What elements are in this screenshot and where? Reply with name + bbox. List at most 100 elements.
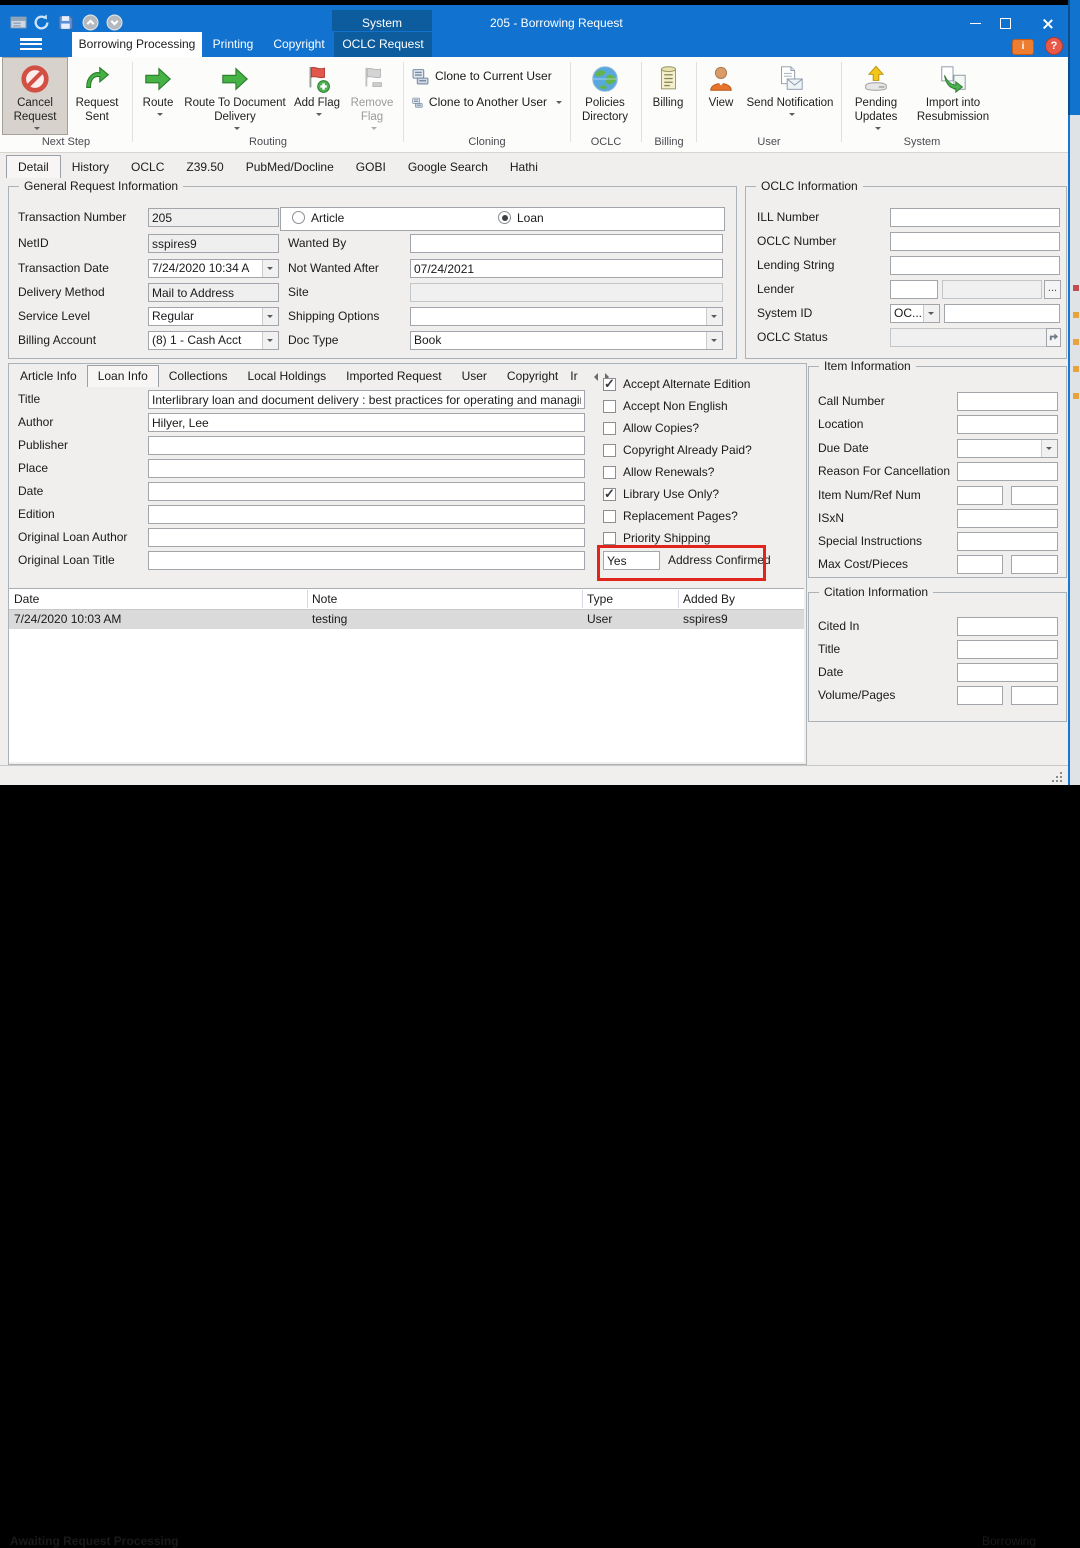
next-request-icon[interactable]	[106, 14, 123, 31]
send-notification-button[interactable]: Send Notification	[743, 57, 837, 135]
column-header-type[interactable]: Type	[587, 589, 613, 609]
checkbox-icon[interactable]	[603, 400, 616, 413]
doc-type-dropdown[interactable]: Book	[410, 331, 723, 350]
tab-oclc[interactable]: OCLC	[120, 156, 175, 178]
location-input[interactable]	[957, 415, 1058, 434]
billing-account-dropdown[interactable]: (8) 1 - Cash Acct	[148, 331, 279, 350]
checkbox-icon[interactable]	[603, 510, 616, 523]
window-menu-icon[interactable]	[10, 14, 27, 31]
cited-in-input[interactable]	[957, 617, 1058, 636]
clone-to-current-user-button[interactable]: Clone to Current User	[406, 63, 568, 89]
column-header-note[interactable]: Note	[312, 589, 337, 609]
clone-to-another-user-button[interactable]: Clone to Another User	[406, 89, 568, 115]
allow-copies-checkbox[interactable]: Allow Copies?	[603, 420, 699, 436]
policies-directory-button[interactable]: Policies Directory	[573, 57, 637, 135]
lender-input[interactable]	[890, 280, 938, 299]
column-header-date[interactable]: Date	[14, 589, 39, 609]
library-use-only-checkbox[interactable]: Library Use Only?	[603, 486, 719, 502]
tab-imported-request[interactable]: Imported Request	[336, 366, 451, 387]
pages-input[interactable]	[1011, 686, 1058, 705]
add-flag-button[interactable]: Add Flag	[289, 57, 345, 135]
loan-radio[interactable]	[498, 211, 511, 224]
chevron-down-icon[interactable]	[262, 260, 278, 277]
chevron-down-icon[interactable]	[262, 308, 278, 325]
lending-string-input[interactable]	[890, 256, 1060, 275]
wanted-by-input[interactable]	[410, 234, 723, 253]
due-date-dropdown[interactable]	[957, 439, 1058, 458]
item-num-input[interactable]	[957, 486, 1003, 505]
previous-request-icon[interactable]	[82, 14, 99, 31]
tab-gobi[interactable]: GOBI	[345, 156, 397, 178]
system-id-dropdown[interactable]: OC...	[890, 304, 940, 323]
pieces-input[interactable]	[1011, 555, 1058, 574]
oclc-number-input[interactable]	[890, 232, 1060, 251]
special-instructions-input[interactable]	[957, 532, 1058, 551]
save-icon[interactable]	[57, 14, 74, 31]
tab-loan-info[interactable]: Loan Info	[87, 365, 159, 387]
tab-oclc-request[interactable]: OCLC Request	[334, 32, 432, 57]
accept-alternate-edition-checkbox[interactable]: Accept Alternate Edition	[603, 376, 750, 392]
note-row-selected[interactable]: 7/24/2020 10:03 AM testing User sspires9	[9, 610, 804, 629]
tab-copyright[interactable]: Copyright	[497, 366, 568, 387]
tab-borrowing-processing[interactable]: Borrowing Processing	[72, 32, 202, 57]
billing-button[interactable]: Billing	[644, 57, 692, 135]
date-input[interactable]	[148, 482, 585, 501]
tab-scroll-left-button[interactable]	[587, 370, 600, 384]
chevron-down-icon[interactable]	[262, 332, 278, 349]
service-level-dropdown[interactable]: Regular	[148, 307, 279, 326]
author-input[interactable]	[148, 413, 585, 432]
transaction-date-dropdown[interactable]: 7/24/2020 10:34 A	[148, 259, 279, 278]
original-loan-title-input[interactable]	[148, 551, 585, 570]
replacement-pages-checkbox[interactable]: Replacement Pages?	[603, 508, 738, 524]
tab-local-holdings[interactable]: Local Holdings	[237, 366, 336, 387]
chevron-down-icon[interactable]	[706, 332, 722, 349]
netid-input[interactable]	[148, 234, 279, 253]
pending-updates-button[interactable]: Pending Updates	[844, 57, 908, 135]
route-button[interactable]: Route	[135, 57, 181, 135]
tab-hathi[interactable]: Hathi	[499, 156, 549, 178]
address-confirmed-input[interactable]	[603, 551, 660, 570]
citation-title-input[interactable]	[957, 640, 1058, 659]
not-wanted-after-input[interactable]	[410, 259, 723, 278]
route-to-document-delivery-button[interactable]: Route To Document Delivery	[181, 57, 289, 135]
tab-collections[interactable]: Collections	[159, 366, 238, 387]
import-into-resubmission-button[interactable]: Import into Resubmission	[908, 57, 998, 135]
tab-user[interactable]: User	[452, 366, 497, 387]
system-id-input[interactable]	[944, 304, 1060, 323]
tab-copyright[interactable]: Copyright	[264, 32, 334, 57]
reason-for-cancellation-input[interactable]	[957, 462, 1058, 481]
tab-google-search[interactable]: Google Search	[397, 156, 499, 178]
checkbox-icon[interactable]	[603, 378, 616, 391]
chevron-down-icon[interactable]	[706, 308, 722, 325]
article-radio[interactable]	[292, 211, 305, 224]
copyright-already-paid-checkbox[interactable]: Copyright Already Paid?	[603, 442, 752, 458]
checkbox-icon[interactable]	[603, 444, 616, 457]
cancel-request-button[interactable]: Cancel Request	[2, 57, 68, 135]
tab-z3950[interactable]: Z39.50	[175, 156, 234, 178]
oclc-status-refresh-button[interactable]	[1046, 328, 1061, 347]
tab-detail[interactable]: Detail	[6, 155, 61, 178]
ref-num-input[interactable]	[1011, 486, 1058, 505]
lender-lookup-button[interactable]: ...	[1044, 280, 1061, 299]
resize-grip[interactable]	[1052, 772, 1062, 782]
view-user-button[interactable]: View	[699, 57, 743, 135]
tab-history[interactable]: History	[61, 156, 120, 178]
checkbox-icon[interactable]	[603, 466, 616, 479]
call-number-input[interactable]	[957, 392, 1058, 411]
place-input[interactable]	[148, 459, 585, 478]
chevron-down-icon[interactable]	[923, 305, 939, 322]
accept-non-english-checkbox[interactable]: Accept Non English	[603, 398, 728, 414]
transaction-number-input[interactable]	[148, 208, 279, 227]
tab-truncated[interactable]: Ir	[568, 366, 586, 387]
checkbox-icon[interactable]	[603, 532, 616, 545]
ill-number-input[interactable]	[890, 208, 1060, 227]
checkbox-icon[interactable]	[603, 488, 616, 501]
max-cost-input[interactable]	[957, 555, 1003, 574]
chevron-down-icon[interactable]	[1041, 440, 1057, 457]
checkbox-icon[interactable]	[603, 422, 616, 435]
citation-date-input[interactable]	[957, 663, 1058, 682]
allow-renewals-checkbox[interactable]: Allow Renewals?	[603, 464, 714, 480]
volume-input[interactable]	[957, 686, 1003, 705]
title-input[interactable]	[148, 390, 585, 409]
isxn-input[interactable]	[957, 509, 1058, 528]
